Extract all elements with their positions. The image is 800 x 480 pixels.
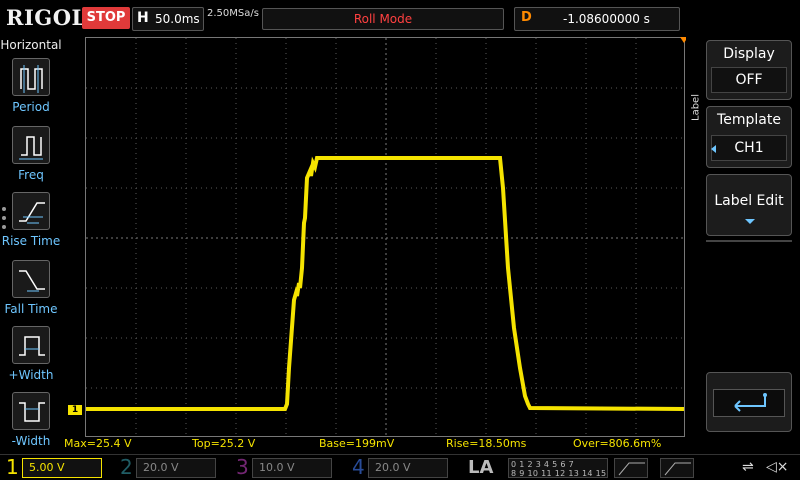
template-value: CH1 (734, 140, 764, 156)
measurement-bar: Max=25.4 V Top=25.2 V Base=199mV Rise=18… (62, 437, 686, 453)
channel-2-number: 2 (120, 455, 133, 479)
measurement-base[interactable]: Base=199mV (319, 437, 394, 450)
measure-negative-width-button[interactable]: -Width (0, 392, 62, 452)
timebase-value: 50.0ms (155, 12, 200, 26)
brand-logo: RIGOL (6, 5, 87, 30)
channel-3-number: 3 (236, 455, 249, 479)
measurement-overshoot[interactable]: Over=806.6m% (573, 437, 661, 450)
measure-fall-time-button[interactable]: Fall Time (0, 260, 62, 320)
display-title: Display (723, 46, 775, 62)
negative-width-icon (12, 392, 50, 430)
measure-menu-title: Horizontal (0, 38, 62, 52)
freq-label: Freq (18, 168, 44, 182)
decoder-2-icon (664, 462, 691, 476)
display-value: OFF (735, 72, 763, 88)
channel-status-bar: 1 5.00 V 2 20.0 V 3 10.0 V 4 20.0 V LA 0… (0, 454, 800, 480)
frequency-icon (12, 126, 50, 164)
logic-row-high: 8 9 10 11 12 13 14 15 (511, 469, 607, 478)
channel-2-scale: 20.0 V (136, 458, 216, 478)
waveform-display[interactable] (85, 37, 686, 438)
menu-vertical-label: Label (690, 94, 702, 121)
measure-frequency-button[interactable]: Freq (0, 126, 62, 186)
top-status-bar: RIGOL STOP H 50.0ms 2.50MSa/s Roll Mode … (0, 0, 800, 36)
channel-1-ground-marker[interactable]: 1 (68, 405, 82, 415)
channel-4-scale: 20.0 V (368, 458, 448, 478)
rise-time-icon (12, 192, 50, 230)
decoder-1-icon (618, 462, 645, 476)
logic-channel-grid[interactable]: 0 1 2 3 4 5 6 7 8 9 10 11 12 13 14 15 (508, 458, 608, 478)
positive-width-icon (12, 326, 50, 364)
enter-button[interactable] (706, 372, 792, 432)
delay-label: D (521, 10, 532, 25)
measure-menu: Horizontal Period Freq Rise Time Fall Ti… (0, 36, 62, 454)
template-select-button[interactable]: Template CH1 (706, 106, 792, 168)
graticule (86, 38, 686, 438)
measure-rise-time-button[interactable]: Rise Time (0, 192, 62, 252)
decoder-1-button[interactable] (614, 458, 648, 478)
period-label: Period (12, 100, 50, 114)
delay-value: -1.08600000 s (563, 12, 650, 26)
run-stop-indicator[interactable]: STOP (82, 7, 130, 29)
channel-1-trace (86, 156, 685, 411)
channel-1-number: 1 (6, 455, 19, 479)
fall-time-icon (12, 260, 50, 298)
measurement-max[interactable]: Max=25.4 V (64, 437, 131, 450)
measurement-rise[interactable]: Rise=18.50ms (446, 437, 526, 450)
channel-4-number: 4 (352, 455, 365, 479)
period-icon (12, 58, 50, 96)
enter-icon (734, 393, 767, 412)
timebase-label: H (137, 10, 149, 26)
label-edit-text: Label Edit (714, 193, 784, 209)
logic-analyzer-label[interactable]: LA (468, 457, 493, 478)
channel-3-scale: 10.0 V (252, 458, 332, 478)
fall-time-label: Fall Time (4, 302, 58, 316)
decoder-2-button[interactable] (660, 458, 694, 478)
measure-positive-width-button[interactable]: +Width (0, 326, 62, 386)
timebase-box[interactable]: H 50.0ms (132, 7, 204, 31)
negative-width-label: -Width (11, 434, 51, 448)
acquisition-mode: Roll Mode (262, 8, 504, 30)
channel-1-scale: 5.00 V (22, 458, 102, 478)
trigger-delay-box[interactable]: D -1.08600000 s (514, 7, 680, 31)
label-edit-button[interactable]: Label Edit (706, 174, 792, 236)
measurement-top[interactable]: Top=25.2 V (192, 437, 255, 450)
rise-time-label: Rise Time (1, 234, 61, 248)
label-menu: Label Display OFF Template CH1 Label Edi… (686, 36, 800, 454)
logic-row-low: 0 1 2 3 4 5 6 7 (511, 460, 575, 469)
speaker-muted-icon[interactable]: ◁× (766, 459, 789, 475)
chevron-down-icon (745, 219, 755, 224)
display-toggle-button[interactable]: Display OFF (706, 40, 792, 100)
positive-width-label: +Width (8, 368, 54, 382)
sample-rate: 2.50MSa/s (207, 8, 259, 19)
template-title: Template (717, 112, 781, 128)
usb-icon: ⇌ (742, 459, 754, 475)
measure-period-button[interactable]: Period (0, 58, 62, 118)
